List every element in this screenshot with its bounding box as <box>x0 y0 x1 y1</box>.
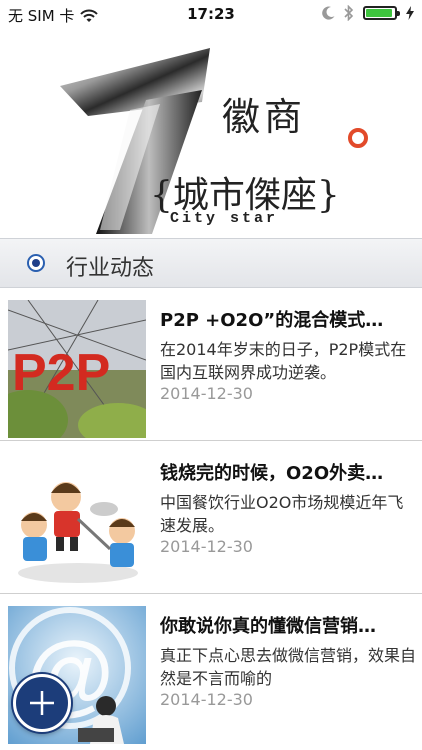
add-button[interactable] <box>13 674 71 732</box>
section-header: 行业动态 <box>0 238 422 288</box>
radio-dot-icon <box>27 254 45 272</box>
cartoon-thumbnail-image <box>8 453 146 591</box>
news-date: 2014-12-30 <box>160 690 253 709</box>
plus-icon <box>30 691 54 715</box>
news-summary: 中国餐饮行业O2O市场规模近年飞速发展。 <box>160 493 404 535</box>
news-thumbnail <box>8 453 146 591</box>
news-date: 2014-12-30 <box>160 537 253 556</box>
section-title: 行业动态 <box>66 256 155 281</box>
news-summary: 真正下点心思去做微信营销，效果自然是不言而喻的 <box>160 646 416 688</box>
bluetooth-icon <box>344 5 354 21</box>
battery-icon <box>363 6 400 20</box>
logo-ring-mark <box>348 128 368 148</box>
status-bar: 无 SIM 卡 17:23 <box>0 0 422 30</box>
news-thumbnail: P2P <box>8 300 146 438</box>
news-item-o2o-takeout[interactable]: 钱烧完的时候，O2O外卖… 中国餐饮行业O2O市场规模近年飞速发展。 2014-… <box>0 440 422 593</box>
news-title: 钱烧完的时候，O2O外卖… <box>160 463 384 484</box>
news-summary: 在2014年岁末的日子，P2P模式在国内互联网界成功逆袭。 <box>160 340 407 382</box>
news-date: 2014-12-30 <box>160 384 253 403</box>
status-right <box>322 5 414 21</box>
logo-brand-text: 徽商 <box>222 95 307 139</box>
news-item-wechat-marketing[interactable]: @ 你敢说你真的懂微信营销… 真正下点心思去做微信营销，效果自然是不言而喻的 2… <box>0 593 422 746</box>
charging-icon <box>406 6 414 20</box>
p2p-thumbnail-image: P2P <box>8 300 146 438</box>
news-item-p2p[interactable]: P2P P2P +O2O”的混合模式… 在2014年岁末的日子，P2P模式在国内… <box>0 288 422 440</box>
news-title: 你敢说你真的懂微信营销… <box>160 616 376 637</box>
news-list: P2P P2P +O2O”的混合模式… 在2014年岁末的日子，P2P模式在国内… <box>0 288 422 746</box>
p2p-sign-text: P2P <box>12 344 110 402</box>
logo-english-text: City star <box>170 210 279 227</box>
app-header: 徽商 {城市傑座} City star <box>0 30 422 238</box>
moon-icon <box>322 6 335 20</box>
news-title: P2P +O2O”的混合模式… <box>160 310 384 331</box>
